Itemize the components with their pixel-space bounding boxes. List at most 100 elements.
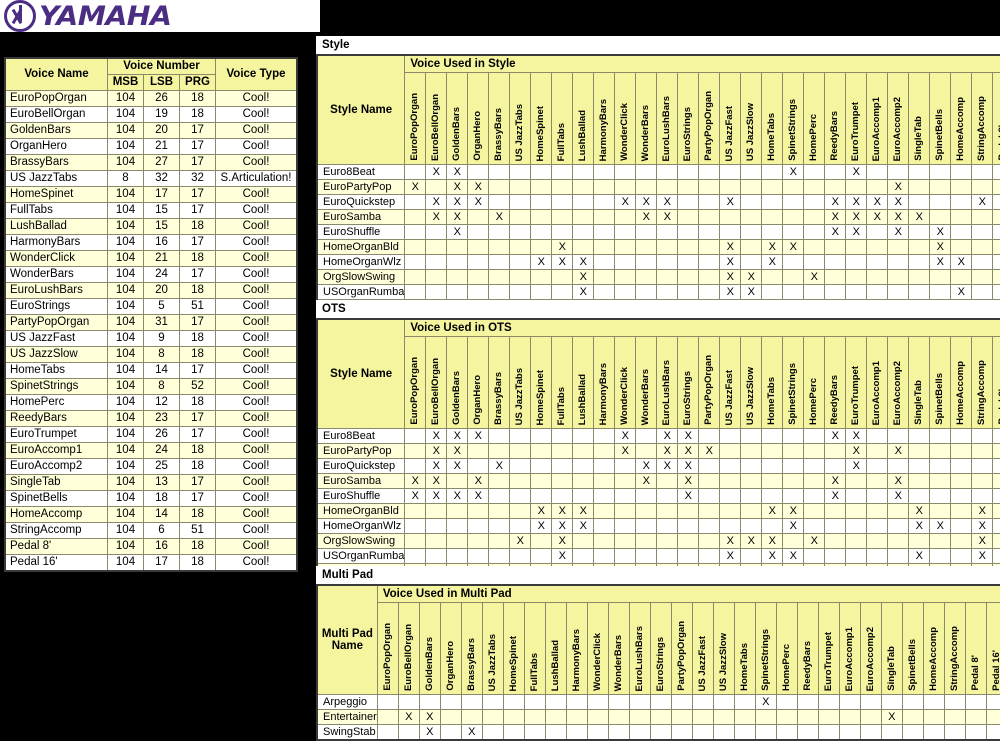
- voice-column-label: HomeSpinet: [535, 369, 547, 425]
- voice-used-mark-cell: X: [460, 724, 483, 741]
- voice-empty-cell: [859, 709, 882, 725]
- voice-empty-cell: [698, 548, 721, 564]
- table-row: Arpeggio X: [316, 694, 1000, 710]
- voice-prg-cell: 18: [179, 554, 216, 572]
- voice-empty-cell: [845, 503, 868, 519]
- voice-empty-cell: [530, 473, 553, 489]
- voice-empty-cell: [866, 443, 889, 459]
- voice-column-header-21: EuroTrumpet: [817, 602, 840, 695]
- voice-column-label: Pedal 8': [969, 655, 981, 691]
- voice-empty-cell: [404, 269, 427, 285]
- voice-name-cell: FullTabs: [4, 202, 108, 219]
- voice-used-mark-cell: X: [719, 548, 742, 564]
- voice-empty-cell: [950, 518, 973, 534]
- voice-empty-cell: [859, 694, 882, 710]
- voice-msb-cell: 104: [107, 122, 144, 139]
- voice-empty-cell: [992, 533, 1000, 549]
- voice-empty-cell: [845, 488, 868, 504]
- voice-empty-cell: [929, 458, 952, 474]
- voice-empty-cell: [530, 428, 553, 444]
- voice-column-header-25: SpinetBells: [901, 602, 924, 695]
- voice-lsb-cell: 24: [143, 266, 180, 283]
- voice-empty-cell: [761, 224, 784, 240]
- voice-name-cell: US JazzFast: [4, 330, 108, 347]
- voice-empty-cell: [929, 473, 952, 489]
- voice-empty-cell: [698, 224, 721, 240]
- voice-column-header-16: US JazzSlow: [740, 72, 763, 165]
- voice-empty-cell: [397, 694, 420, 710]
- voice-empty-cell: [845, 269, 868, 285]
- voice-column-header-26: HomeAccomp: [950, 72, 973, 165]
- voice-column-header-5: US JazzTabs: [509, 336, 532, 429]
- voice-empty-cell: [635, 503, 658, 519]
- voice-empty-cell: [488, 548, 511, 564]
- style-name-cell: HomeOrganBld: [316, 239, 406, 255]
- voice-empty-cell: [971, 428, 994, 444]
- voice-used-mark-cell: X: [404, 488, 427, 504]
- voice-empty-cell: [404, 443, 427, 459]
- voice-column-label: ReedyBars: [829, 375, 841, 425]
- voice-empty-cell: [803, 428, 826, 444]
- voice-used-mark-cell: X: [908, 518, 931, 534]
- voice-empty-cell: [677, 254, 700, 270]
- voice-empty-cell: [677, 194, 700, 210]
- voice-lsb-cell: 25: [143, 458, 180, 475]
- voice-msb-cell: 104: [107, 490, 144, 507]
- multipad-name-cell: SwingStab: [316, 724, 378, 741]
- voice-prg-cell: 18: [179, 330, 216, 347]
- voice-used-mark-cell: X: [404, 179, 427, 195]
- voice-column-label: EuroBellOrgan: [430, 357, 442, 425]
- voice-column-label: GoldenBars: [451, 107, 463, 161]
- voice-lsb-cell: 24: [143, 442, 180, 459]
- voice-empty-cell: [901, 694, 924, 710]
- voice-empty-cell: [530, 164, 553, 180]
- voice-table-body: EuroPopOrgan 104 26 18 Cool! EuroBellOrgan 104…: [4, 90, 298, 572]
- voice-empty-cell: [698, 194, 721, 210]
- voice-empty-cell: [971, 269, 994, 285]
- voice-empty-cell: [838, 724, 861, 741]
- voice-used-mark-cell: X: [425, 488, 448, 504]
- voice-empty-cell: [733, 694, 756, 710]
- voice-empty-cell: [635, 224, 658, 240]
- voice-empty-cell: [488, 179, 511, 195]
- table-row: GoldenBars 104 20 17 Cool!: [4, 122, 298, 139]
- voice-used-mark-cell: X: [761, 533, 784, 549]
- voice-used-mark-cell: X: [446, 428, 469, 444]
- voice-empty-cell: [677, 518, 700, 534]
- voice-empty-cell: [628, 724, 651, 741]
- voice-empty-cell: [481, 694, 504, 710]
- voice-lsb-cell: 26: [143, 90, 180, 107]
- voice-column-label: EuroTrumpet: [850, 101, 862, 161]
- table-row: EuroQuickstep X X X X X X X: [316, 458, 1000, 474]
- voice-column-label: HomeTabs: [738, 643, 750, 691]
- voice-empty-cell: [782, 533, 805, 549]
- voice-type-cell: Cool!: [215, 298, 298, 315]
- voice-empty-cell: [593, 209, 616, 225]
- table-row: FullTabs 104 15 17 Cool!: [4, 202, 298, 219]
- voice-lsb-cell: 16: [143, 234, 180, 251]
- voice-empty-cell: [593, 284, 616, 300]
- voice-column-header-27: StringAccomp: [971, 336, 994, 429]
- voice-empty-cell: [439, 724, 462, 741]
- voice-column-header-27: StringAccomp: [971, 72, 994, 165]
- voice-column-header-21: EuroTrumpet: [845, 336, 868, 429]
- col-header-lsb: LSB: [143, 74, 180, 91]
- voice-used-mark-cell: X: [887, 179, 910, 195]
- multipad-section-title: Multi Pad: [316, 566, 1000, 584]
- voice-column-label: Pedal 8': [997, 389, 1000, 425]
- table-row: HomeTabs 104 14 17 Cool!: [4, 362, 298, 379]
- voice-used-mark-cell: X: [656, 458, 679, 474]
- table-row: US JazzTabs 8 32 32 S.Articulation!: [4, 170, 298, 187]
- voice-column-header-29: Pedal 16': [985, 602, 1000, 695]
- voice-column-header-3: OrganHero: [467, 72, 490, 165]
- voice-column-label: EuroStrings: [682, 106, 694, 161]
- voice-empty-cell: [656, 239, 679, 255]
- voice-column-label: EuroLushBars: [633, 625, 645, 691]
- voice-column-label: WonderBars: [612, 634, 624, 691]
- voice-empty-cell: [866, 548, 889, 564]
- voice-column-label: BrassyBars: [465, 638, 477, 691]
- voice-empty-cell: [698, 458, 721, 474]
- voice-empty-cell: [376, 724, 399, 741]
- voice-msb-cell: 104: [107, 442, 144, 459]
- voice-type-cell: Cool!: [215, 394, 298, 411]
